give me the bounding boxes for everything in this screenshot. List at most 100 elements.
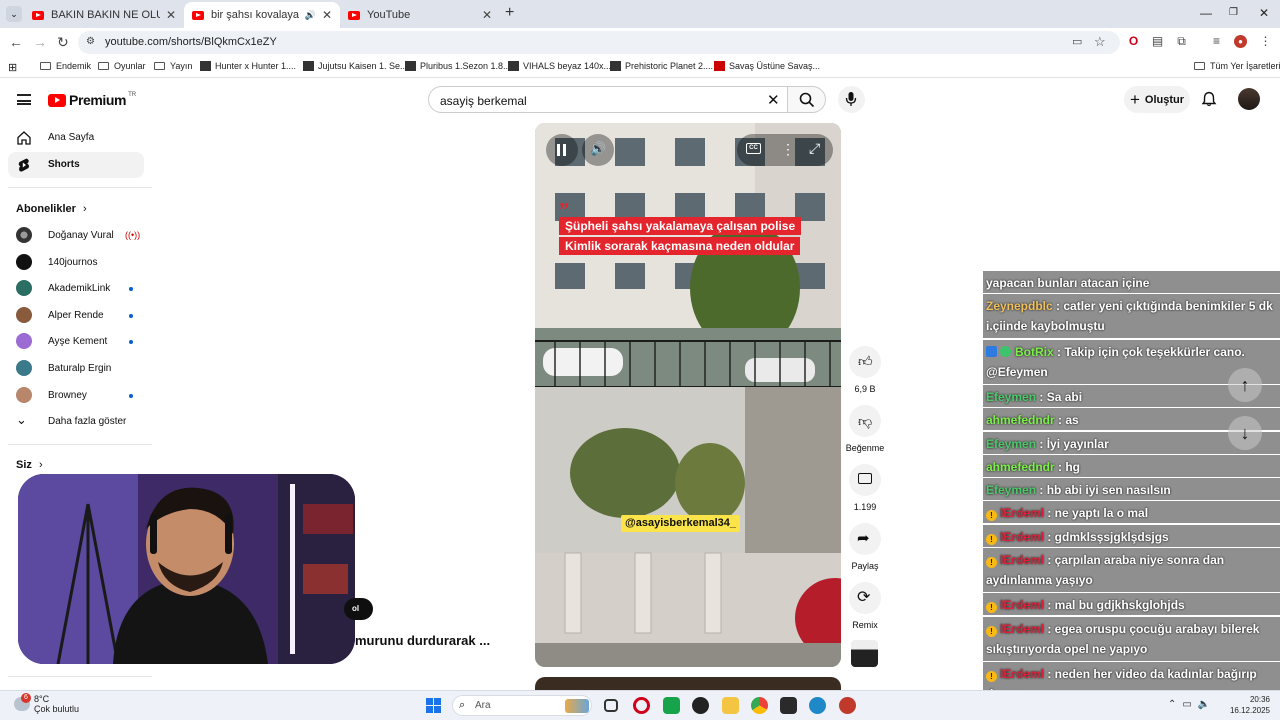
comments-action[interactable]: 1.199 [845,464,885,512]
shorts-video-player[interactable]: 🔊 CC ⋮ ⤢ ” Şüpheli şahsı yakalamaya çalı… [535,123,841,667]
search-value[interactable]: asayiş berkemal [440,94,527,108]
profile-icon[interactable]: ● [1234,35,1247,48]
sidebar-item-show-more[interactable]: ⌄ Daha fazla göster [8,409,144,435]
tab-close-icon[interactable]: ✕ [166,8,176,22]
tab-close-icon[interactable]: ✕ [322,8,332,22]
tray-icons[interactable]: ⌃▭🔈 [1168,699,1216,710]
site-info-icon[interactable]: ⚙ [86,36,95,47]
share-action[interactable]: ➦ Paylaş [845,523,885,571]
weather-widget[interactable]: 8°C Çok bulutlu [34,694,79,714]
clock[interactable]: 20:36 16.12.2025 [1224,694,1270,716]
volume-button[interactable]: 🔊 [582,134,614,166]
sidebar-item-channel[interactable]: Alper Rende [8,303,144,329]
task-view-icon[interactable] [604,699,618,712]
chat-message: yapacan bunları atacan içine [983,271,1280,293]
bookmark-link[interactable]: Jujutsu Kaisen 1. Se... [303,61,408,71]
you-heading[interactable]: Siz › [16,459,43,471]
media-app-icon[interactable] [839,697,856,714]
bookmark-link[interactable]: Hunter x Hunter 1.... [200,61,296,71]
chat-scroll-up-icon[interactable]: ↑ [1228,368,1262,402]
reading-list-icon[interactable]: ▤ [1151,35,1164,48]
epic-games-icon[interactable] [780,697,797,714]
close-window-icon[interactable]: ✕ [1259,6,1269,20]
next-short-preview[interactable] [535,677,841,691]
menu-kebab-icon[interactable]: ⋮ [1259,35,1272,48]
reload-icon[interactable]: ↻ [57,34,69,51]
install-app-icon[interactable]: ▭ [1072,35,1082,48]
bookmark-link[interactable]: VIHALS beyaz 140x... [508,61,611,71]
account-avatar[interactable] [1238,88,1260,110]
extensions-icon[interactable]: ⧉ [1175,35,1188,48]
pause-button[interactable] [546,134,578,166]
forward-icon[interactable]: → [33,34,47,50]
sidebar-item-channel[interactable]: Browney [8,383,144,409]
bookmark-label: Savaş Üstüne Savaş... [729,61,821,71]
address-bar[interactable]: ⚙ youtube.com/shorts/BlQkmCx1eZY ▭ ☆ [78,31,1120,54]
thumbs-up-icon: 👍︎ [858,353,873,369]
remix-action[interactable]: ⟳ Remix [845,582,885,630]
start-button-icon[interactable] [426,698,441,713]
restore-icon[interactable]: ❐ [1229,7,1238,18]
player-controls-group: CC ⋮ ⤢ [737,134,833,166]
subscriptions-heading[interactable]: Abonelikler › [16,203,87,215]
opera-extension-icon[interactable]: O [1127,35,1140,48]
sidebar-item-channel[interactable]: Baturalp Ergin [8,356,144,382]
back-icon[interactable]: ← [9,34,23,50]
voice-search-button[interactable] [838,86,865,113]
file-explorer-icon[interactable] [722,697,739,714]
bookmark-link[interactable]: Pluribus 1.Sezon 1.8... [405,61,511,71]
sidebar-item-channel[interactable]: AkademikLink [8,276,144,302]
dislike-action[interactable]: 👎︎ Beğenme [845,405,885,453]
comments-button[interactable] [849,464,881,496]
youtube-logo[interactable]: Premium TR [48,92,136,108]
chrome-icon[interactable] [751,697,768,714]
opera-icon[interactable] [633,697,650,714]
bookmark-link[interactable]: Savaş Üstüne Savaş... [714,61,820,71]
chat-scroll-down-icon[interactable]: ↓ [1228,416,1262,450]
game-app-icon[interactable] [692,697,709,714]
like-action[interactable]: 👍︎ 6,9 B [845,346,885,394]
fullscreen-icon[interactable]: ⤢ [809,140,820,157]
captions-icon[interactable]: CC [746,143,761,154]
sidebar-item-shorts[interactable]: Shorts [8,152,144,178]
bookmark-folder[interactable]: Endemik [40,61,91,71]
share-button[interactable]: ➦ [849,523,881,555]
tab-mute-icon[interactable]: 🔊 [305,10,316,21]
media-controls-icon[interactable]: ≡ [1210,35,1223,48]
create-button[interactable]: + Oluştur [1124,86,1190,113]
dislike-button[interactable]: 👎︎ [849,405,881,437]
tab-2[interactable]: bir şahsı kovalayan polis me 🔊 ✕ [184,2,340,28]
sound-thumbnail[interactable] [851,640,878,667]
clear-search-icon[interactable]: ✕ [767,91,780,109]
tab-3[interactable]: YouTube ✕ [340,2,500,28]
chat-message: ! lErdeml : ne yaptı la o mal [983,501,1280,524]
bookmark-folder[interactable]: Oyunlar [98,61,146,71]
sidebar-item-channel[interactable]: 140journos [8,250,144,276]
more-options-icon[interactable]: ⋮ [781,141,795,158]
xbox-icon[interactable] [663,697,680,714]
taskbar-search[interactable]: ⌕ Ara [452,695,592,716]
tab-search-button[interactable]: ⌄ [6,6,22,22]
minimize-icon[interactable]: — [1200,6,1212,20]
short-title-fragment[interactable]: murunu durdurarak ... [355,633,490,648]
tab-close-icon[interactable]: ✕ [482,8,492,22]
menu-hamburger-icon[interactable] [17,94,31,105]
like-button[interactable]: 👍︎ [849,346,881,378]
edge-icon[interactable] [809,697,826,714]
sidebar-item-channel[interactable]: Doğanay Vural ((•)) [8,223,144,249]
sidebar-item-home[interactable]: Ana Sayfa [8,125,144,151]
bookmark-folder[interactable]: Yayın [154,61,192,71]
remix-button[interactable]: ⟳ [849,582,881,614]
bookmark-star-icon[interactable]: ☆ [1094,34,1106,50]
search-button[interactable] [788,86,826,113]
sidebar-item-channel[interactable]: Ayşe Kement [8,329,144,355]
all-bookmarks-folder[interactable]: Tüm Yer İşaretleri [1194,61,1280,71]
apps-grid-icon[interactable]: ⊞ [8,61,17,74]
tab-1[interactable]: BAKIN BAKIN NE OLUYOR? | 55 ✕ [24,2,184,28]
notifications-bell-icon[interactable] [1201,91,1217,107]
new-tab-button[interactable]: + [505,4,514,22]
section-title: Abonelikler [16,203,76,215]
bookmark-link[interactable]: Prehistoric Planet 2.... [610,61,713,71]
url-text[interactable]: youtube.com/shorts/BlQkmCx1eZY [105,36,277,48]
search-input[interactable]: asayiş berkemal ✕ [428,86,788,113]
